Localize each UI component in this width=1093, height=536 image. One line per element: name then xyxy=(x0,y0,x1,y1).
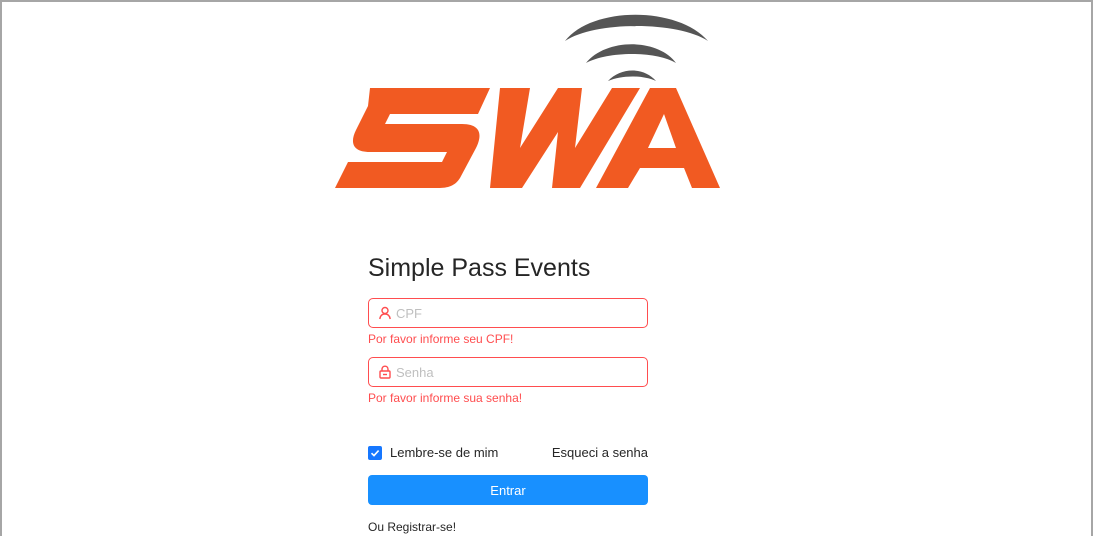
remember-label: Lembre-se de mim xyxy=(390,445,499,460)
swa-logo xyxy=(335,14,720,188)
cpf-input[interactable] xyxy=(396,305,636,321)
login-button[interactable]: Entrar xyxy=(368,475,648,505)
password-field[interactable] xyxy=(368,357,648,387)
signal-waves-icon xyxy=(565,14,708,81)
cpf-error: Por favor informe seu CPF! xyxy=(368,332,514,346)
cpf-field[interactable] xyxy=(368,298,648,328)
page-title: Simple Pass Events xyxy=(368,254,591,282)
lock-icon xyxy=(378,365,392,379)
register-prefix: Ou xyxy=(368,520,388,534)
remember-me[interactable]: Lembre-se de mim xyxy=(368,445,498,460)
remember-checkbox[interactable] xyxy=(368,445,382,460)
check-icon xyxy=(370,449,380,457)
register-link[interactable]: Registrar-se! xyxy=(387,520,456,534)
password-error: Por favor informe sua senha! xyxy=(368,391,523,405)
login-form: Simple Pass Events Por favor informe seu… xyxy=(368,248,648,534)
forgot-password-link[interactable]: Esqueci a senha xyxy=(552,445,648,460)
register-line: Ou Registrar-se! xyxy=(368,520,456,534)
user-icon xyxy=(378,306,392,320)
password-input[interactable] xyxy=(396,364,636,380)
logo-letters xyxy=(335,88,720,188)
